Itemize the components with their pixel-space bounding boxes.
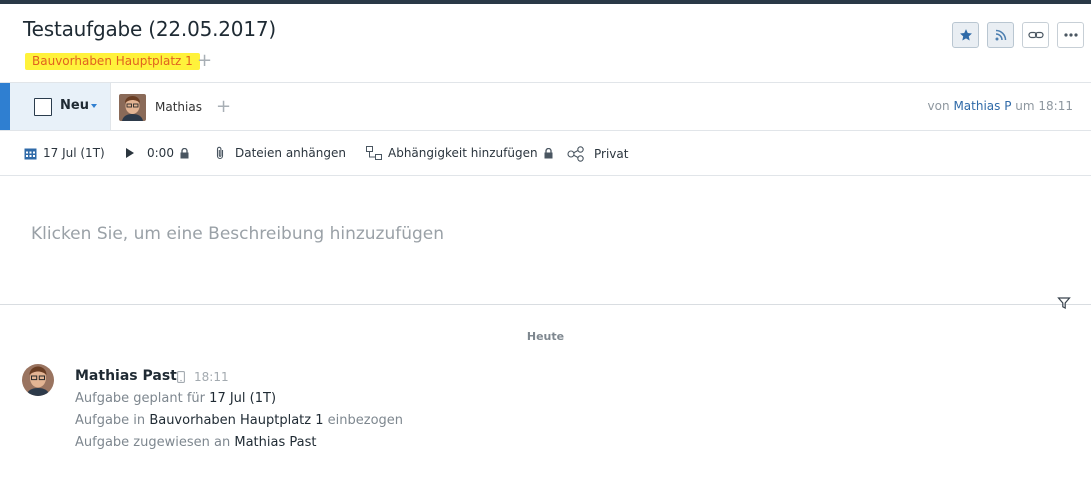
complete-checkbox[interactable] xyxy=(34,98,52,116)
chevron-down-icon[interactable] xyxy=(91,104,97,108)
status-divider xyxy=(0,130,1091,131)
assignee-name[interactable]: Mathias xyxy=(155,100,202,114)
activity-entry: Aufgabe in Bauvorhaben Hauptplatz 1 einb… xyxy=(75,413,403,428)
activity-author-avatar[interactable] xyxy=(22,364,54,396)
subscribe-button[interactable] xyxy=(987,22,1014,48)
meta-middle: um xyxy=(1015,99,1035,113)
share-icon xyxy=(567,146,584,162)
rss-icon xyxy=(995,29,1006,41)
activity-entry: Aufgabe zugewiesen an Mathias Past xyxy=(75,435,316,450)
filter-icon xyxy=(1057,297,1071,309)
add-tag-button[interactable]: + xyxy=(197,50,212,71)
attach-files-button[interactable]: Dateien anhängen xyxy=(215,146,346,160)
time-tracking-button[interactable]: 0:00 xyxy=(125,146,189,160)
add-dependency-button[interactable]: Abhängigkeit hinzufügen xyxy=(366,146,553,160)
attach-files-label: Dateien anhängen xyxy=(235,146,346,160)
activity-author-name[interactable]: Mathias Past xyxy=(75,368,177,384)
privacy-label: Privat xyxy=(594,147,629,161)
time-value: 0:00 xyxy=(147,146,174,160)
add-assignee-button[interactable]: + xyxy=(216,96,231,117)
activity-divider xyxy=(0,304,1091,305)
task-title[interactable]: Testaufgabe (22.05.2017) xyxy=(23,17,276,41)
toolbar-divider xyxy=(0,175,1091,176)
activity-entry-text: einbezogen xyxy=(327,413,404,428)
top-accent-bar xyxy=(0,0,1091,4)
assignee-avatar[interactable] xyxy=(119,94,146,121)
activity-entry-text: Aufgabe in xyxy=(75,413,146,428)
more-icon xyxy=(1063,33,1078,37)
activity-entry-text: Aufgabe zugewiesen an xyxy=(75,435,231,450)
activity-entry-value: 17 Jul (1T) xyxy=(209,391,277,406)
activity-entry-value[interactable]: Bauvorhaben Hauptplatz 1 xyxy=(149,413,323,428)
filter-button[interactable] xyxy=(1057,296,1071,315)
link-icon xyxy=(1027,31,1044,39)
status-label[interactable]: Neu xyxy=(60,98,89,113)
meta-author-link[interactable]: Mathias P xyxy=(953,99,1011,113)
project-tag[interactable]: Bauvorhaben Hauptplatz 1 xyxy=(25,53,200,70)
due-date-button[interactable]: 17 Jul (1T) xyxy=(24,146,105,160)
lock-icon xyxy=(544,147,553,158)
more-button[interactable] xyxy=(1057,22,1084,48)
star-button[interactable] xyxy=(952,22,979,48)
activity-entry-value[interactable]: Mathias Past xyxy=(234,435,316,450)
meta-prefix: von xyxy=(927,99,950,113)
activity-entry-text: Aufgabe geplant für xyxy=(75,391,206,406)
header-divider xyxy=(0,82,1091,83)
description-placeholder[interactable]: Klicken Sie, um eine Beschreibung hinzuz… xyxy=(31,224,444,244)
day-separator: Heute xyxy=(526,330,565,343)
star-icon xyxy=(959,29,972,41)
creation-meta: von Mathias P um 18:11 xyxy=(928,99,1073,113)
meta-time: 18:11 xyxy=(1038,99,1073,113)
due-date-label: 17 Jul (1T) xyxy=(43,146,105,160)
add-dependency-label: Abhängigkeit hinzufügen xyxy=(388,146,538,160)
activity-entry: Aufgabe geplant für 17 Jul (1T) xyxy=(75,391,276,406)
lock-icon xyxy=(180,147,189,158)
mobile-device-icon xyxy=(177,370,185,388)
activity-time: 18:11 xyxy=(194,370,229,384)
paperclip-icon xyxy=(216,146,224,160)
calendar-icon xyxy=(24,148,37,159)
status-separator xyxy=(110,83,111,130)
dependency-icon xyxy=(366,146,382,160)
play-icon xyxy=(126,148,134,158)
privacy-button[interactable]: Privat xyxy=(567,146,628,162)
copy-link-button[interactable] xyxy=(1022,22,1049,48)
status-color-strip xyxy=(0,83,10,130)
